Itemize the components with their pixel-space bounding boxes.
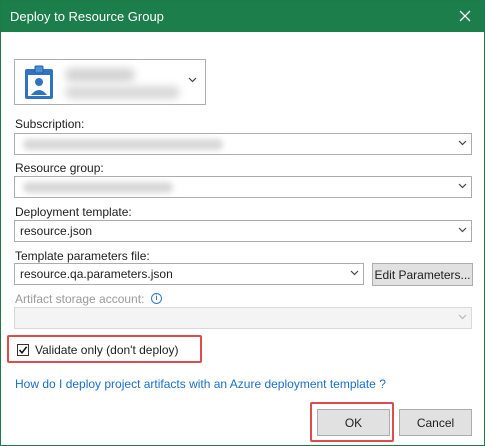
template-parameters-value: resource.qa.parameters.json [20, 267, 173, 281]
checkmark-icon [18, 346, 28, 355]
subscription-value-redacted [23, 139, 223, 150]
close-icon [459, 10, 471, 22]
cancel-button[interactable]: Cancel [399, 409, 472, 436]
resource-group-dropdown[interactable] [14, 176, 472, 198]
close-button[interactable] [452, 4, 478, 28]
validate-only-highlight: Validate only (don't deploy) [7, 335, 202, 363]
template-parameters-label: Template parameters file: [15, 249, 150, 263]
deployment-template-dropdown[interactable]: resource.json [14, 220, 472, 242]
deploy-dialog: Deploy to Resource Group Subscription: R… [0, 0, 485, 446]
account-email-redacted [65, 86, 180, 99]
ok-button[interactable]: OK [317, 409, 390, 436]
chevron-down-icon [458, 183, 467, 189]
deploy-help-link[interactable]: How do I deploy project artifacts with a… [15, 377, 386, 391]
dialog-title: Deploy to Resource Group [10, 9, 164, 24]
user-badge-icon [21, 65, 57, 101]
resource-group-label: Resource group: [15, 161, 104, 175]
info-icon[interactable]: i [151, 293, 162, 304]
subscription-dropdown[interactable] [14, 133, 472, 155]
account-selector[interactable] [14, 59, 206, 105]
chevron-down-icon [188, 77, 197, 83]
chevron-down-icon [458, 140, 467, 146]
artifact-storage-dropdown [14, 307, 472, 329]
chevron-down-icon [458, 314, 467, 320]
artifact-storage-label: Artifact storage account: [15, 292, 145, 306]
deployment-template-value: resource.json [20, 224, 93, 238]
chevron-down-icon [350, 270, 359, 276]
resource-group-value-redacted [23, 182, 173, 193]
title-bar: Deploy to Resource Group [1, 1, 484, 32]
deployment-template-label: Deployment template: [15, 205, 132, 219]
subscription-label: Subscription: [15, 117, 85, 131]
validate-only-label[interactable]: Validate only (don't deploy) [35, 343, 179, 357]
account-name-redacted [65, 68, 135, 82]
chevron-down-icon [458, 227, 467, 233]
edit-parameters-button[interactable]: Edit Parameters... [372, 263, 473, 286]
template-parameters-dropdown[interactable]: resource.qa.parameters.json [14, 263, 364, 285]
validate-only-checkbox[interactable] [17, 344, 29, 356]
